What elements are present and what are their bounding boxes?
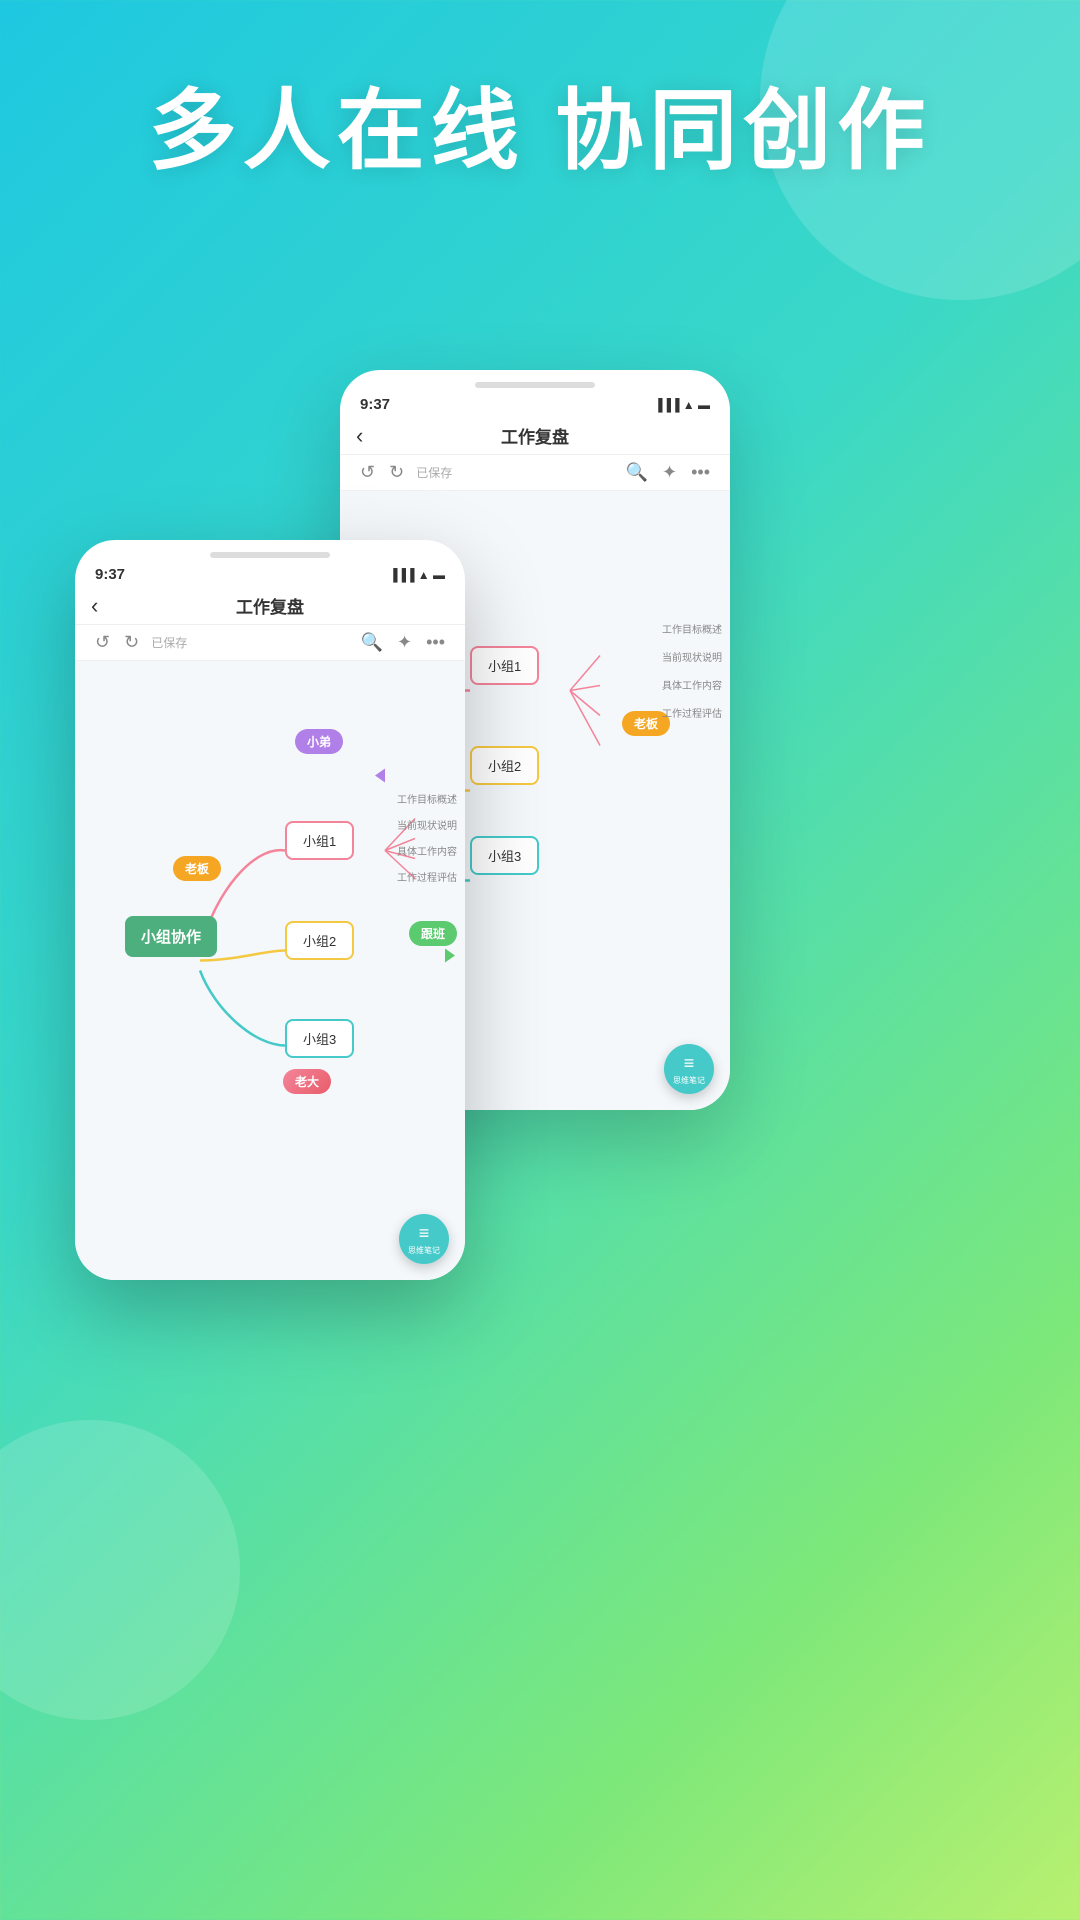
group2-node-back: 小组2 bbox=[470, 746, 539, 785]
toolbar-title-front: 工作复盘 bbox=[236, 593, 304, 618]
time-back: 9:37 bbox=[360, 396, 390, 413]
status-icons-back: ▐▐▐ ▲ ▬ bbox=[654, 398, 710, 412]
note-icon-front: ≡ bbox=[419, 1223, 430, 1244]
search-btn-front[interactable]: 🔍 bbox=[357, 630, 387, 655]
branch4-back: 工作过程评估 bbox=[662, 705, 722, 720]
note-btn-back[interactable]: ≡ 思维笔记 bbox=[664, 1044, 714, 1094]
boss-label-front: 老板 bbox=[173, 856, 221, 881]
canvas-front: 小弟 老板 小组协作 小组1 小组2 跟班 bbox=[75, 661, 465, 1280]
toolbar-front: ‹ 工作复盘 bbox=[75, 587, 465, 625]
group2-node-front: 小组2 bbox=[285, 921, 354, 960]
share-btn-back[interactable]: ✦ bbox=[658, 460, 681, 485]
note-label-back: 思维笔记 bbox=[673, 1075, 705, 1086]
share-btn-front[interactable]: ✦ bbox=[393, 630, 416, 655]
branch1-back: 工作目标概述 bbox=[662, 621, 722, 636]
branch2-back: 当前现状说明 bbox=[662, 649, 722, 664]
note-btn-front[interactable]: ≡ 思维笔记 bbox=[399, 1214, 449, 1264]
group1-node-back: 小组1 bbox=[470, 646, 539, 685]
more-btn-front[interactable]: ••• bbox=[422, 630, 449, 655]
status-bar-back: 9:37 ▐▐▐ ▲ ▬ bbox=[340, 388, 730, 417]
search-btn-back[interactable]: 🔍 bbox=[622, 460, 652, 485]
laoda-label: 老大 bbox=[283, 1069, 331, 1094]
group3-node-back: 小组3 bbox=[470, 836, 539, 875]
branch3-back: 具体工作内容 bbox=[662, 677, 722, 692]
saved-label-back: 已保存 bbox=[416, 464, 452, 481]
redo-btn-back[interactable]: ↻ bbox=[385, 460, 408, 485]
branch1-front: 工作目标概述 bbox=[397, 791, 457, 806]
redo-btn-front[interactable]: ↻ bbox=[120, 630, 143, 655]
note-label-front: 思维笔记 bbox=[408, 1245, 440, 1256]
group3-node-front: 小组3 bbox=[285, 1019, 354, 1058]
branch3-front: 具体工作内容 bbox=[397, 843, 457, 858]
back-icon-front[interactable]: ‹ bbox=[91, 593, 98, 619]
undo-btn-back[interactable]: ↺ bbox=[356, 460, 379, 485]
hero-line1: 多人在线 协同创作 bbox=[149, 81, 931, 180]
back-icon-back[interactable]: ‹ bbox=[356, 423, 363, 449]
more-btn-back[interactable]: ••• bbox=[687, 460, 714, 485]
note-icon-back: ≡ bbox=[684, 1053, 695, 1074]
toolbar-title-back: 工作复盘 bbox=[501, 423, 569, 448]
hero-title: 多人在线 协同创作 bbox=[0, 80, 1080, 181]
center-node: 小组协作 bbox=[125, 916, 217, 957]
time-front: 9:37 bbox=[95, 566, 125, 583]
genban-label: 跟班 bbox=[409, 921, 457, 946]
toolbar-back: ‹ 工作复盘 bbox=[340, 417, 730, 455]
phone-front: 9:37 ▐▐▐ ▲ ▬ ‹ 工作复盘 ↺ ↻ 已保存 🔍 ✦ ••• bbox=[75, 540, 465, 1280]
status-icons-front: ▐▐▐ ▲ ▬ bbox=[389, 568, 445, 582]
group1-node-front: 小组1 bbox=[285, 821, 354, 860]
saved-label-front: 已保存 bbox=[151, 634, 187, 651]
didi-label: 小弟 bbox=[295, 729, 343, 754]
branch4-front: 工作过程评估 bbox=[397, 869, 457, 884]
actions-bar-back: ↺ ↻ 已保存 🔍 ✦ ••• bbox=[340, 455, 730, 491]
status-bar-front: 9:37 ▐▐▐ ▲ ▬ bbox=[75, 558, 465, 587]
branch2-front: 当前现状说明 bbox=[397, 817, 457, 832]
actions-bar-front: ↺ ↻ 已保存 🔍 ✦ ••• bbox=[75, 625, 465, 661]
undo-btn-front[interactable]: ↺ bbox=[91, 630, 114, 655]
